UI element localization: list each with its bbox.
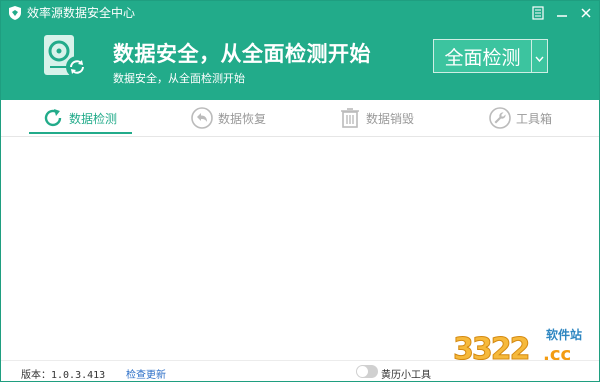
tab-label: 数据检测 — [69, 111, 118, 126]
full-scan-button[interactable]: 全面检测 — [434, 40, 532, 72]
scan-dropdown-button[interactable] — [532, 40, 547, 72]
titlebar: 效率源数据安全中心 — [1, 1, 599, 25]
app-window: 效率源数据安全中心 数据安全，从全面检测开始 数据安全，从全面检测开始 全面检测… — [0, 0, 600, 382]
trash-icon — [338, 106, 362, 130]
active-tab-indicator — [29, 132, 132, 134]
status-bar: 版本：1.0.3.413 检查更新 黄历小工具 — [1, 360, 599, 381]
hero-subtitle: 数据安全，从全面检测开始 — [113, 72, 245, 85]
calendar-widget-toggle[interactable] — [356, 365, 378, 378]
watermark-site-label: 软件站 — [546, 328, 583, 342]
tab-label: 数据恢复 — [218, 111, 267, 126]
check-update-link[interactable]: 检查更新 — [126, 366, 166, 381]
tab-data-destroy[interactable]: 数据销毁 — [338, 100, 414, 136]
chevron-down-icon — [535, 47, 544, 66]
app-title: 效率源数据安全中心 — [27, 6, 136, 20]
disk-check-icon — [41, 34, 93, 82]
tab-label: 数据销毁 — [366, 111, 415, 126]
header: 效率源数据安全中心 数据安全，从全面检测开始 数据安全，从全面检测开始 全面检测 — [1, 1, 599, 100]
close-icon[interactable] — [577, 4, 595, 22]
minimize-icon[interactable] — [553, 4, 571, 22]
tab-data-recovery[interactable]: 数据恢复 — [190, 100, 266, 136]
menu-icon[interactable] — [529, 4, 547, 22]
refresh-scan-icon — [41, 106, 65, 130]
window-controls — [529, 4, 595, 22]
app-logo-icon — [7, 5, 23, 21]
tab-label: 工具箱 — [516, 111, 553, 126]
calendar-widget-label: 黄历小工具 — [381, 370, 431, 381]
tab-data-scan[interactable]: 数据检测 — [41, 100, 117, 136]
toggle-knob — [357, 366, 368, 377]
tab-toolbox[interactable]: 工具箱 — [488, 100, 552, 136]
full-scan-button-group: 全面检测 — [433, 39, 548, 73]
restore-arrow-icon — [190, 106, 214, 130]
hero-title: 数据安全，从全面检测开始 — [113, 42, 371, 66]
version-label: 版本：1.0.3.413 — [21, 370, 106, 381]
wrench-icon — [488, 106, 512, 130]
